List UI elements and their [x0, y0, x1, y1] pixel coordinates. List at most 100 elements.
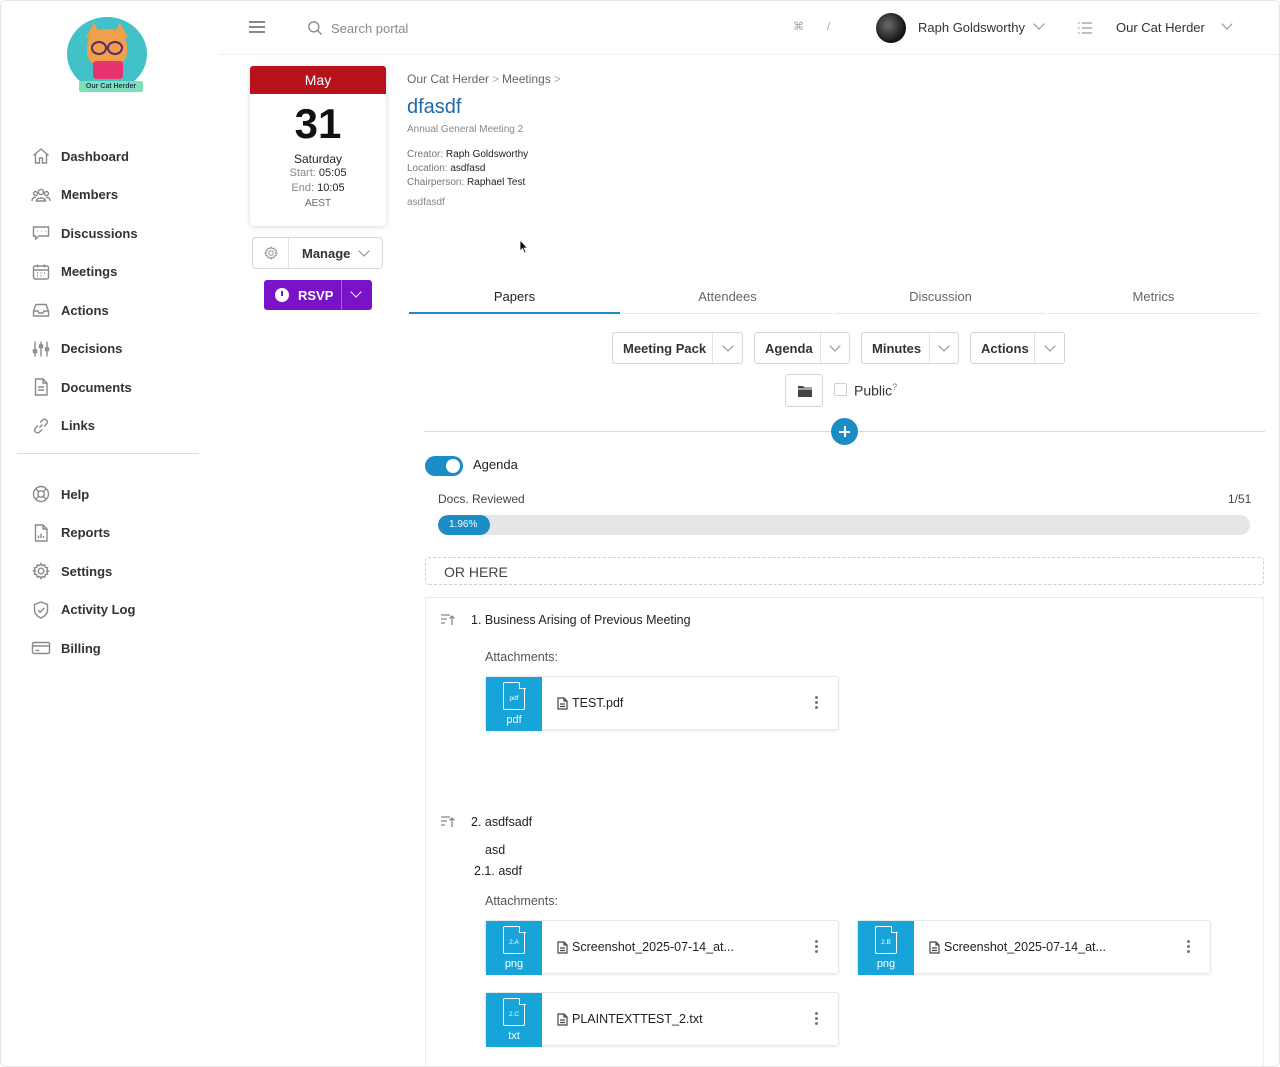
minutes-button[interactable]: Minutes	[861, 332, 959, 364]
avatar[interactable]	[876, 13, 906, 43]
more-options-icon[interactable]	[1186, 939, 1190, 955]
minutes-label: Minutes	[872, 341, 922, 356]
sidebar: Our Cat Herder Dashboard Members Discuss…	[1, 1, 219, 1066]
sort-icon[interactable]	[440, 815, 456, 829]
meeting-pack-button[interactable]: Meeting Pack	[612, 332, 743, 364]
chevron-down-icon[interactable]	[829, 340, 841, 352]
sidebar-item-reports[interactable]: Reports	[31, 514, 211, 553]
agenda-button[interactable]: Agenda	[754, 332, 850, 364]
search-shortcut-hint: ⌘ /	[793, 21, 841, 33]
chevron-down-icon[interactable]	[1033, 18, 1045, 30]
file-tag: pdf	[509, 695, 519, 702]
chevron-down-icon[interactable]	[1044, 340, 1056, 352]
sidebar-item-label: Members	[61, 187, 119, 203]
tab-papers[interactable]: Papers	[409, 280, 620, 314]
more-options-icon[interactable]	[814, 695, 818, 711]
file-tag: 2.A	[509, 939, 519, 946]
manage-button[interactable]: Manage	[252, 237, 383, 269]
report-icon	[34, 524, 48, 542]
file-name: Screenshot_2025-07-14_at...	[572, 940, 734, 954]
breadcrumb: Our Cat Herder > Meetings >	[407, 72, 561, 86]
sidebar-item-dashboard[interactable]: Dashboard	[31, 137, 211, 176]
menu-toggle-icon[interactable]	[249, 21, 265, 33]
tab-metrics[interactable]: Metrics	[1048, 280, 1259, 314]
agenda-item-title[interactable]: 2. asdfsadf	[471, 815, 532, 829]
sidebar-item-discussions[interactable]: Discussions	[31, 214, 211, 253]
file-thumbnail: 2.C txt	[486, 993, 542, 1047]
button-divider	[820, 333, 821, 363]
credit-card-icon	[31, 642, 51, 655]
help-icon[interactable]: ?	[892, 382, 897, 392]
button-divider	[712, 333, 713, 363]
docs-reviewed-count: 1/51	[1228, 492, 1252, 506]
calendar-icon	[32, 264, 50, 280]
meeting-description: asdfasdf	[407, 197, 445, 208]
document-icon	[34, 378, 48, 396]
end-time: 10:05	[317, 182, 345, 194]
app-window: Our Cat Herder Dashboard Members Discuss…	[0, 0, 1280, 1067]
file-drop-zone[interactable]: OR HERE	[425, 557, 1264, 585]
app-logo[interactable]: Our Cat Herder	[65, 17, 149, 95]
link-icon	[33, 418, 49, 434]
tab-attendees[interactable]: Attendees	[622, 280, 833, 314]
attachment-card[interactable]: pdf pdf TEST.pdf	[485, 676, 839, 731]
meeting-subtitle: Annual General Meeting 2	[407, 124, 524, 135]
button-divider	[929, 333, 930, 363]
search-input[interactable]	[331, 15, 631, 41]
attachment-card[interactable]: 2.C txt PLAINTEXTTEST_2.txt	[485, 992, 839, 1047]
sidebar-item-links[interactable]: Links	[31, 407, 211, 446]
sidebar-item-billing[interactable]: Billing	[31, 629, 211, 668]
chevron-down-icon[interactable]	[350, 286, 362, 298]
sidebar-item-actions[interactable]: Actions	[31, 291, 211, 330]
attachment-card[interactable]: 2.B png Screenshot_2025-07-14_at...	[857, 920, 1211, 975]
chevron-down-icon[interactable]	[722, 340, 734, 352]
more-options-icon[interactable]	[814, 939, 818, 955]
breadcrumb-meetings-link[interactable]: Meetings	[502, 72, 551, 86]
sidebar-item-members[interactable]: Members	[31, 176, 211, 215]
file-thumbnail: 2.B png	[858, 921, 914, 975]
meeting-meta: Creator: Raph Goldsworthy Location: asdf…	[407, 148, 528, 190]
sidebar-item-documents[interactable]: Documents	[31, 368, 211, 407]
page-title: dfasdf	[407, 96, 462, 118]
sidebar-item-label: Billing	[61, 640, 101, 656]
file-icon	[557, 1013, 568, 1026]
rsvp-status-icon	[275, 288, 289, 302]
rsvp-button[interactable]: RSVP	[264, 280, 372, 310]
agenda-subitem[interactable]: 2.1. asdf	[474, 864, 522, 878]
folder-icon	[798, 386, 812, 397]
sort-icon[interactable]	[440, 613, 456, 627]
agenda-item-title[interactable]: 1. Business Arising of Previous Meeting	[471, 613, 691, 627]
chevron-down-icon[interactable]	[1221, 18, 1233, 30]
file-name: Screenshot_2025-07-14_at...	[944, 940, 1106, 954]
home-icon	[33, 148, 49, 164]
agenda-toggle[interactable]	[425, 456, 463, 476]
user-menu-name[interactable]: Raph Goldsworthy	[918, 20, 1025, 35]
attachment-card[interactable]: 2.A png Screenshot_2025-07-14_at...	[485, 920, 839, 975]
sidebar-item-activity-log[interactable]: Activity Log	[31, 591, 211, 630]
more-options-icon[interactable]	[814, 1011, 818, 1027]
public-checkbox[interactable]	[834, 383, 847, 396]
chevron-down-icon[interactable]	[938, 340, 950, 352]
org-switcher-name[interactable]: Our Cat Herder	[1116, 20, 1205, 35]
docs-reviewed-progress: 1.96%	[438, 515, 1250, 535]
rsvp-button-label: RSVP	[298, 288, 334, 303]
top-bar: ⌘ / Raph Goldsworthy Our Cat Herder	[219, 1, 1279, 55]
sidebar-item-help[interactable]: Help	[31, 475, 211, 514]
meeting-tabs: Papers Attendees Discussion Metrics	[409, 280, 1261, 314]
attachments-label: Attachments:	[485, 650, 558, 664]
tab-discussion[interactable]: Discussion	[835, 280, 1046, 314]
sidebar-item-decisions[interactable]: Decisions	[31, 330, 211, 369]
file-thumbnail: pdf pdf	[486, 677, 542, 731]
breadcrumb-org-link[interactable]: Our Cat Herder	[407, 72, 489, 86]
folder-button[interactable]	[785, 374, 823, 407]
sidebar-item-label: Documents	[61, 379, 132, 395]
add-agenda-item-button[interactable]	[831, 418, 858, 445]
chairperson-value: Raphael Test	[467, 177, 526, 188]
sidebar-item-settings[interactable]: Settings	[31, 552, 211, 591]
public-label-text: Public	[854, 382, 893, 399]
file-tag: 2.B	[881, 939, 891, 946]
actions-button[interactable]: Actions	[970, 332, 1065, 364]
progress-fill: 1.96%	[438, 515, 490, 535]
location-value: asdfasd	[450, 163, 486, 174]
sidebar-item-meetings[interactable]: Meetings	[31, 253, 211, 292]
